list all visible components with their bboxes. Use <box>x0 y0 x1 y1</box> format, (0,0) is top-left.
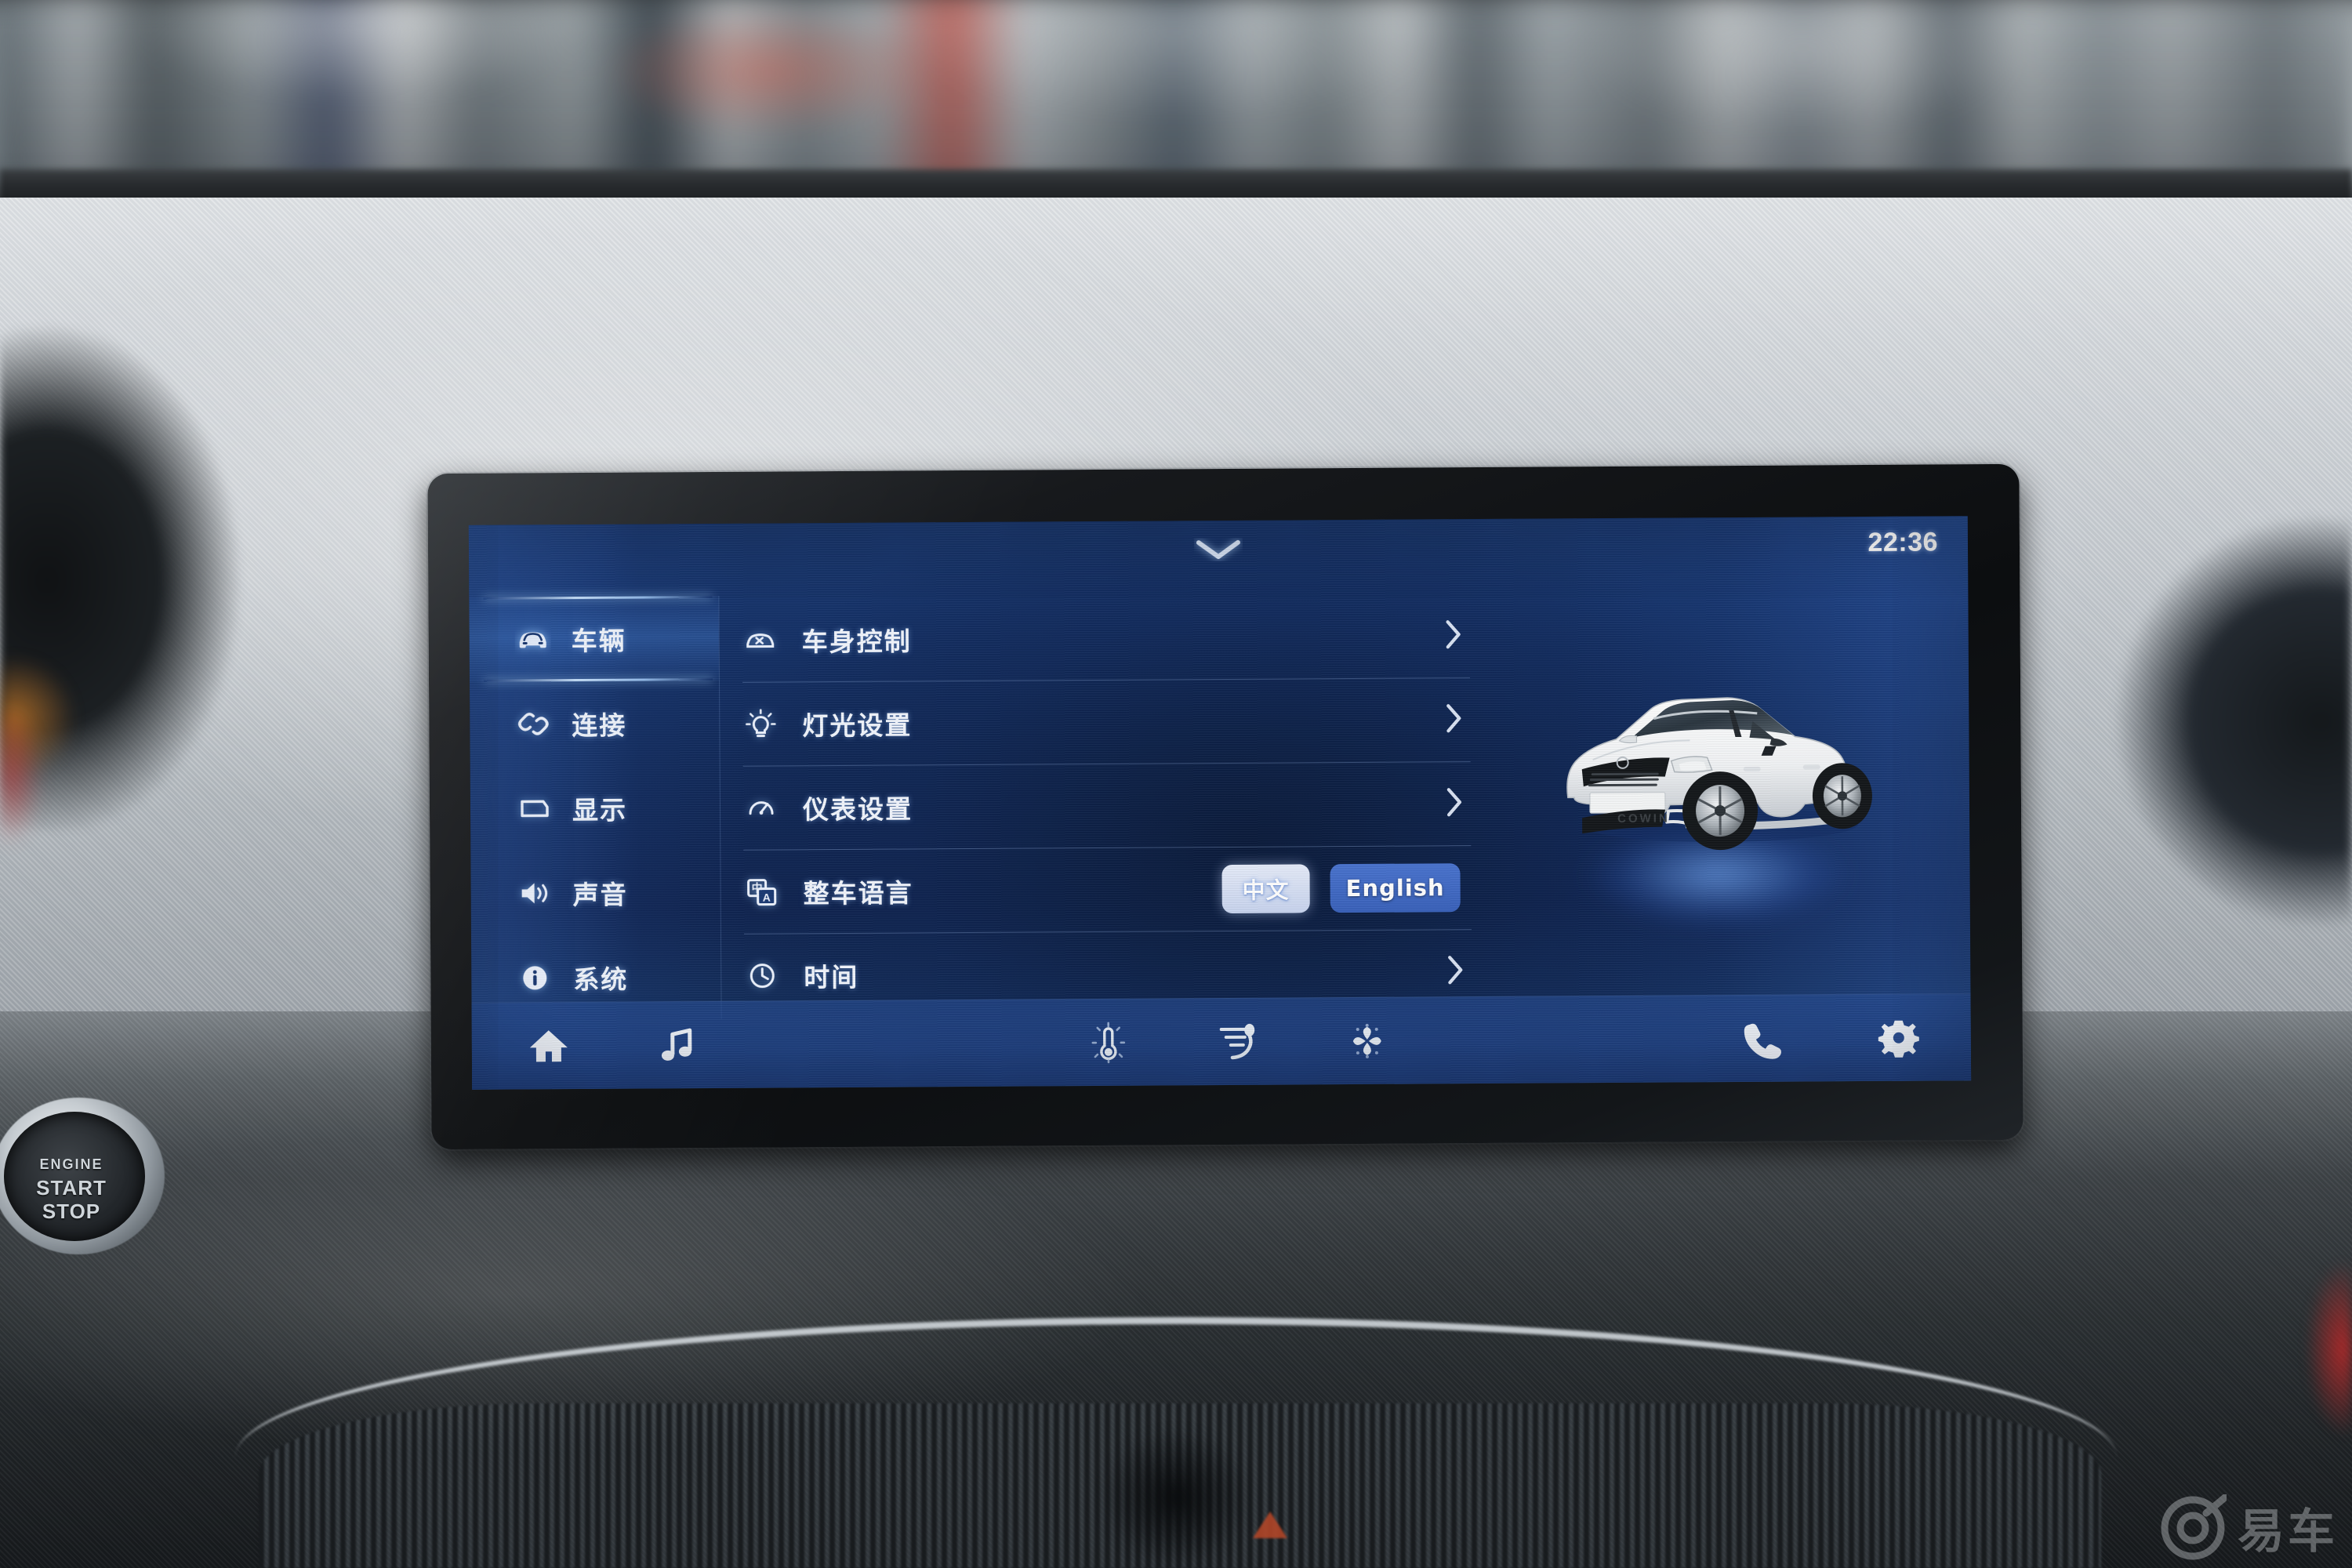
gauge-cluster-icon <box>743 789 779 826</box>
status-bar-clock: 22:36 <box>1867 527 1939 557</box>
sidebar-item-label: 显示 <box>572 794 628 826</box>
list-item-body-control[interactable]: 车身控制 <box>742 594 1471 683</box>
svg-text:A: A <box>763 891 771 904</box>
home-icon[interactable] <box>524 1021 574 1071</box>
list-item-label: 整车语言 <box>803 877 913 909</box>
language-segmented-control: 中文 English <box>1221 863 1461 914</box>
translate-language-icon: 中 A <box>744 873 780 909</box>
airflow-seat-icon[interactable] <box>1214 1017 1264 1067</box>
engine-start-stop-label: ENGINE START STOP <box>5 1152 138 1223</box>
fan-icon[interactable] <box>1342 1016 1392 1066</box>
bottom-dock <box>471 993 1972 1090</box>
list-item-label: 时间 <box>804 961 859 993</box>
list-item-label: 车身控制 <box>801 626 912 658</box>
vehicle-render-svg <box>1566 697 1872 851</box>
list-item-lighting-settings[interactable]: 灯光设置 <box>742 678 1471 767</box>
car-body-control-icon <box>742 622 779 658</box>
chevron-right-icon[interactable] <box>1445 953 1465 991</box>
engine-label-line1: ENGINE <box>39 1156 103 1172</box>
list-item-label: 灯光设置 <box>802 710 913 742</box>
sidebar-item-display[interactable]: 显示 <box>470 765 720 851</box>
language-option-english[interactable]: English <box>1330 863 1461 913</box>
car-front-icon <box>515 621 551 657</box>
sidebar-item-connect[interactable]: 连接 <box>470 681 720 767</box>
left-red-reflection <box>0 690 71 855</box>
clock-icon <box>744 957 780 993</box>
list-item-label: 仪表设置 <box>802 793 913 826</box>
right-red-stitch-trim <box>2258 1247 2352 1450</box>
hazard-light-button[interactable] <box>1253 1512 1287 1538</box>
thermometer-icon[interactable] <box>1083 1018 1134 1068</box>
center-vent-shadow <box>1082 1411 1270 1568</box>
sidebar-item-sound[interactable]: 声音 <box>470 850 720 936</box>
sidebar-item-label: 系统 <box>573 964 629 996</box>
chevron-down-icon[interactable] <box>1194 538 1243 561</box>
language-option-chinese[interactable]: 中文 <box>1221 864 1310 914</box>
sidebar-item-label: 声音 <box>572 879 628 911</box>
sidebar-item-label: 连接 <box>572 710 627 742</box>
vehicle-settings-list: 车身控制 灯光设置 仪表设置 中 A 整车语言 中文 English 时间 <box>742 594 1472 1018</box>
head-unit-bezel: 22:36 车辆 连接 显示 声音 系统 车身控制 灯光设置 仪表设置 中 A … <box>427 463 2024 1150</box>
chevron-right-icon[interactable] <box>1444 785 1465 823</box>
light-bulb-icon <box>742 706 779 742</box>
music-note-icon[interactable] <box>652 1020 702 1070</box>
infotainment-screen[interactable]: 22:36 车辆 连接 显示 声音 系统 车身控制 灯光设置 仪表设置 中 A … <box>468 516 1972 1090</box>
engine-label-line3: STOP <box>42 1200 101 1223</box>
display-screen-icon <box>516 790 552 826</box>
engine-label-line2: START <box>36 1176 107 1200</box>
info-circle-icon <box>517 960 553 996</box>
link-chain-icon <box>515 706 551 742</box>
phone-icon[interactable] <box>1734 1014 1784 1064</box>
vehicle-plate-badge: COWIN <box>1617 811 1670 826</box>
list-item-cluster-settings[interactable]: 仪表设置 <box>742 762 1472 851</box>
vehicle-illustration: COWIN <box>1512 603 1922 974</box>
sidebar-item-label: 车辆 <box>571 625 626 657</box>
settings-sidebar: 车辆 连接 显示 声音 系统 <box>469 595 722 1021</box>
chevron-right-icon[interactable] <box>1443 617 1464 655</box>
svg-text:中: 中 <box>752 882 763 895</box>
right-vent-shadow <box>2023 486 2352 925</box>
list-item-vehicle-language[interactable]: 中 A 整车语言 中文 English <box>743 846 1472 935</box>
screenshot-root: ENGINE START STOP 22:36 车辆 连接 显示 声音 系统 车… <box>0 0 2352 1568</box>
chevron-right-icon[interactable] <box>1443 701 1464 739</box>
gear-icon[interactable] <box>1874 1013 1924 1063</box>
windshield-highlights <box>0 0 2352 182</box>
speaker-volume-icon <box>517 875 553 911</box>
sidebar-item-vehicle[interactable]: 车辆 <box>469 595 720 682</box>
